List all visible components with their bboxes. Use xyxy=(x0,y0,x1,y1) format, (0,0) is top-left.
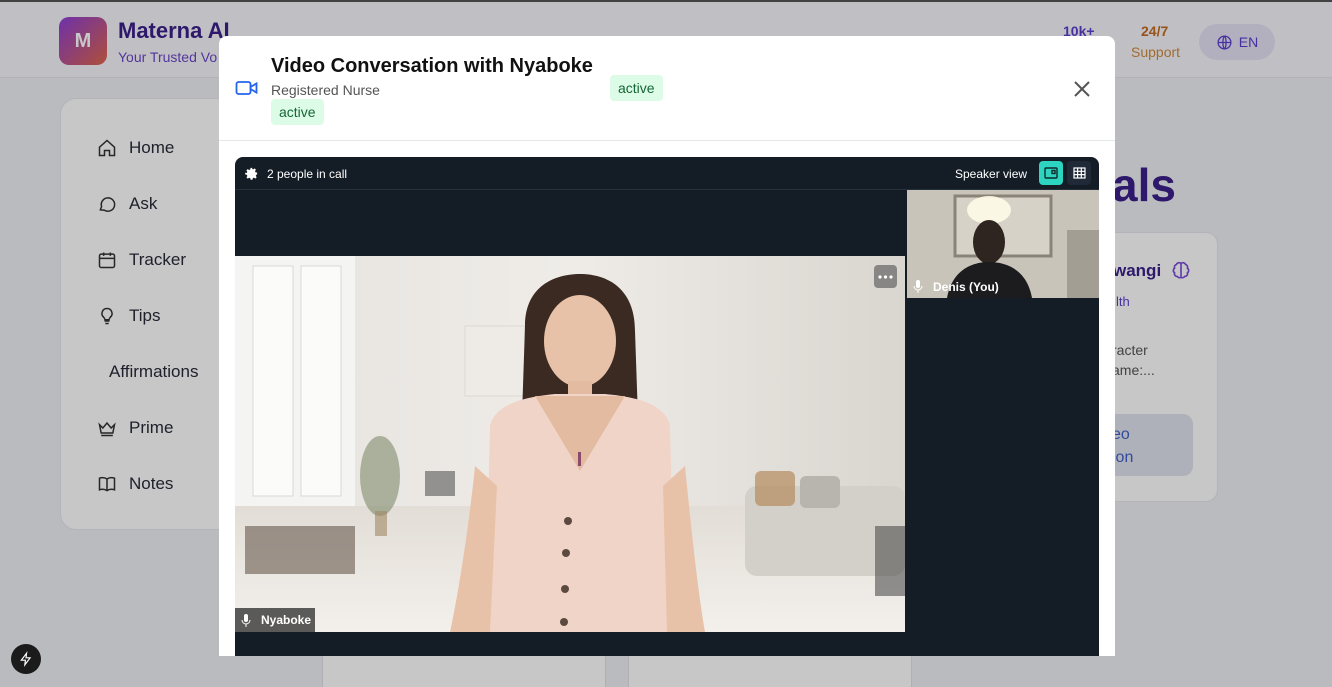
close-icon[interactable] xyxy=(1071,78,1093,100)
gear-icon[interactable] xyxy=(244,166,259,181)
more-horizontal-icon xyxy=(878,274,893,279)
self-participant-label: Denis (You) xyxy=(907,275,1005,298)
microphone-icon xyxy=(913,280,923,293)
view-mode-label: Speaker view xyxy=(955,167,1028,181)
status-badge: active xyxy=(271,99,324,125)
nurse-video-image xyxy=(235,256,905,632)
grid-layout-icon xyxy=(1072,167,1086,179)
speaker-layout-icon xyxy=(1044,167,1058,179)
participant-count: 2 people in call xyxy=(267,167,348,181)
bolt-button[interactable] xyxy=(11,644,41,674)
video-conversation-modal: Video Conversation with Nyaboke Register… xyxy=(219,36,1115,656)
nurse-role: Registered Nurse xyxy=(271,82,380,98)
status-badge: active xyxy=(610,75,663,101)
main-participant-label: Nyaboke xyxy=(235,608,316,632)
lightning-icon xyxy=(20,651,32,667)
speaker-view-button[interactable] xyxy=(1039,161,1063,185)
modal-header: Video Conversation with Nyaboke Register… xyxy=(219,36,1115,141)
call-toolbar: 2 people in call Speaker view xyxy=(235,157,1099,190)
grid-view-button[interactable] xyxy=(1067,161,1091,185)
more-options-button[interactable] xyxy=(874,265,897,288)
participant-name: Denis (You) xyxy=(933,279,999,294)
video-camera-icon xyxy=(235,81,258,95)
modal-title: Video Conversation with Nyaboke xyxy=(271,55,593,77)
video-call-frame: 2 people in call Speaker view Nyaboke De… xyxy=(235,157,1099,656)
main-participant-video[interactable] xyxy=(235,256,905,632)
participant-name: Nyaboke xyxy=(261,613,312,627)
microphone-icon xyxy=(241,613,251,627)
